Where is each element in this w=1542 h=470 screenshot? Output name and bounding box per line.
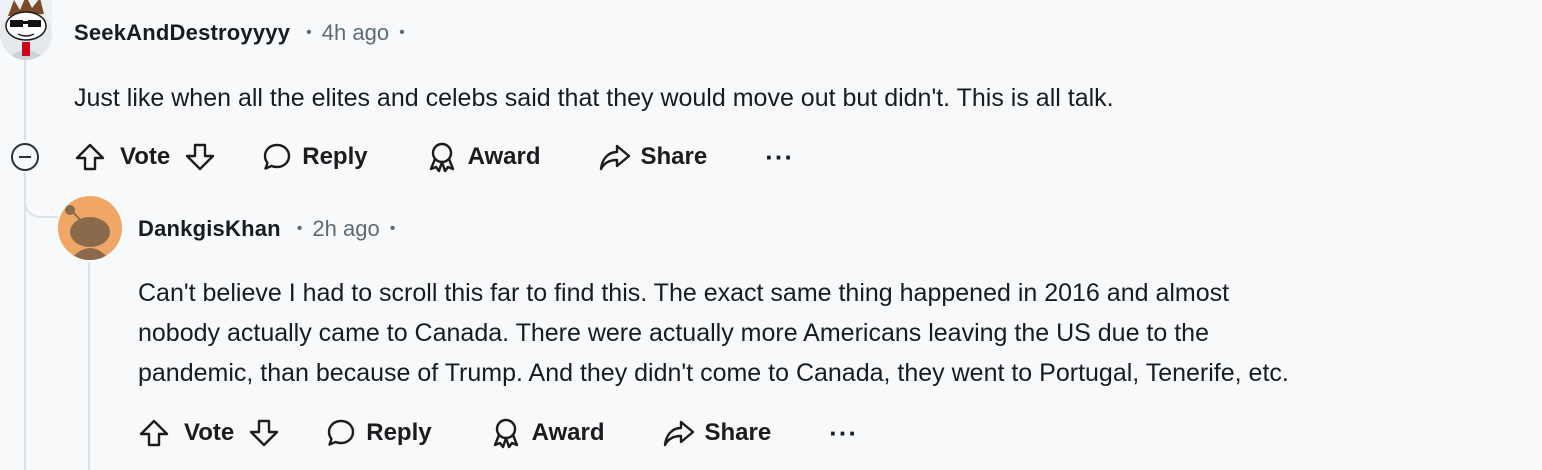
- snoo-default-avatar-icon: [65, 205, 110, 260]
- award-button[interactable]: Award: [490, 417, 605, 449]
- comment-body-line: Just like when all the elites and celebs…: [74, 84, 1114, 112]
- reply-label: Reply: [366, 419, 432, 446]
- downvote-button[interactable]: [248, 417, 280, 449]
- comment-body-line: nobody actually came to Canada. There we…: [138, 319, 1209, 347]
- downvote-arrow-icon: [250, 419, 279, 447]
- speech-bubble-icon: [328, 419, 355, 446]
- reply-label: Reply: [302, 143, 368, 170]
- separator-dot: •: [389, 220, 396, 237]
- comment-meta: DankgisKhan • 2h ago •: [138, 214, 405, 244]
- upvote-arrow-icon: [139, 419, 169, 447]
- more-options-button[interactable]: ···: [765, 144, 794, 170]
- comment-action-bar: Vote Reply Award Share ···: [74, 137, 794, 177]
- avatar[interactable]: [58, 196, 122, 260]
- share-arrow-icon: [663, 420, 694, 447]
- speech-bubble-icon: [264, 143, 291, 170]
- timestamp[interactable]: 2h ago: [312, 216, 379, 242]
- share-arrow-icon: [599, 144, 630, 171]
- award-label: Award: [531, 419, 605, 446]
- timestamp[interactable]: 4h ago: [322, 20, 389, 46]
- comment-body-line: Can't believe I had to scroll this far t…: [138, 279, 1230, 307]
- separator-dot: •: [296, 220, 303, 237]
- reply-button[interactable]: Reply: [262, 142, 368, 172]
- thread-line-branch: [24, 172, 58, 218]
- upvote-arrow-icon: [75, 143, 105, 171]
- vote-label: Vote: [184, 419, 235, 446]
- downvote-button[interactable]: [184, 141, 216, 173]
- thread-line-main-lower: [24, 172, 26, 470]
- downvote-arrow-icon: [186, 143, 215, 171]
- reply-button[interactable]: Reply: [326, 418, 432, 448]
- more-options-button[interactable]: ···: [829, 420, 858, 446]
- collapse-minus-icon[interactable]: [11, 143, 39, 171]
- comment-meta: SeekAndDestroyyyy • 4h ago •: [74, 18, 415, 48]
- upvote-button[interactable]: [74, 141, 106, 173]
- separator-dot: •: [399, 24, 405, 41]
- snoo-sunglasses-avatar-icon: [0, 0, 52, 60]
- award-ribbon-icon: [493, 418, 518, 449]
- thread-line-reply: [88, 262, 90, 470]
- upvote-button[interactable]: [138, 417, 170, 449]
- share-button[interactable]: Share: [599, 141, 708, 173]
- share-label: Share: [640, 143, 708, 170]
- comment-action-bar: Vote Reply Award Share ···: [138, 413, 858, 453]
- award-label: Award: [467, 143, 541, 170]
- thread-line-main: [24, 60, 26, 140]
- comment-body: Can't believe I had to scroll this far t…: [138, 273, 1289, 393]
- username[interactable]: DankgisKhan: [138, 216, 281, 242]
- share-button[interactable]: Share: [663, 417, 772, 449]
- vote-label: Vote: [120, 143, 171, 170]
- avatar[interactable]: [0, 0, 52, 60]
- separator-dot: •: [306, 24, 312, 41]
- username[interactable]: SeekAndDestroyyyy: [74, 20, 290, 46]
- comment-body: Just like when all the elites and celebs…: [74, 78, 1114, 118]
- comment-body-line: pandemic, than because of Trump. And the…: [138, 359, 1289, 387]
- share-label: Share: [704, 419, 772, 446]
- award-button[interactable]: Award: [426, 141, 541, 173]
- award-ribbon-icon: [429, 142, 454, 173]
